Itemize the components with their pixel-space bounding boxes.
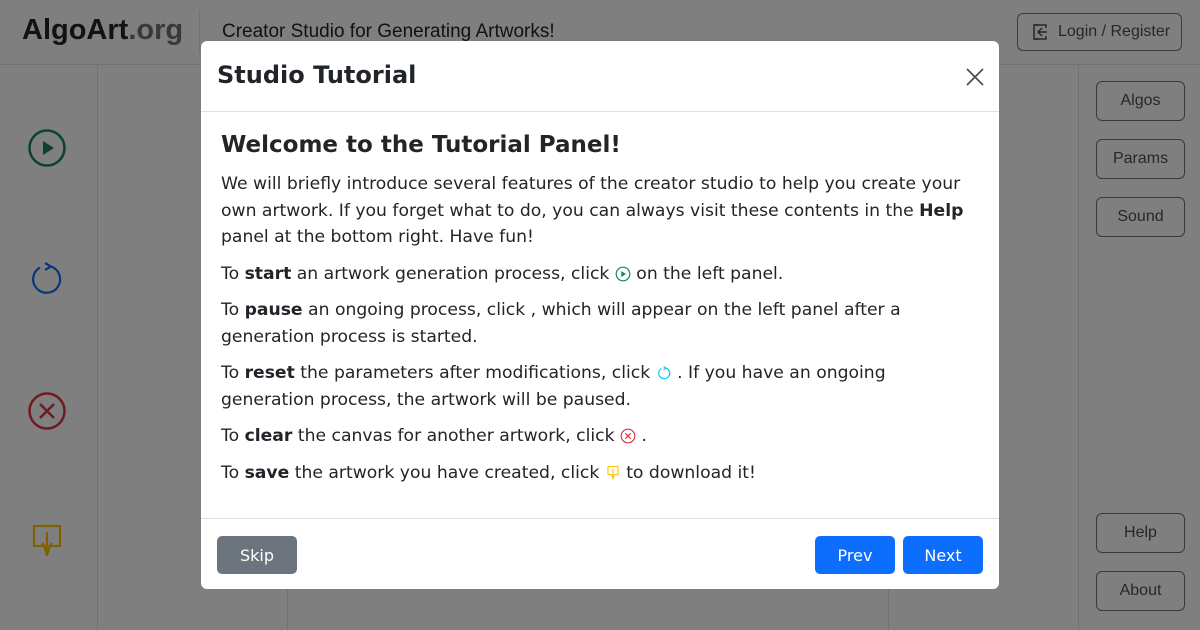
close-button[interactable]: [961, 63, 989, 91]
start-paragraph: To start an artwork generation process, …: [221, 261, 981, 288]
start-emphasis: start: [244, 263, 292, 284]
clear-text: the canvas for another artwork, click: [292, 426, 621, 446]
skip-button[interactable]: Skip: [217, 536, 297, 574]
modal-footer: Skip Prev Next: [201, 518, 999, 589]
modal-title: Studio Tutorial: [217, 61, 417, 89]
pause-prefix: To: [221, 300, 245, 320]
save-prefix: To: [221, 462, 245, 483]
clear-suffix: .: [636, 426, 647, 446]
reset-emphasis: reset: [244, 363, 295, 383]
start-suffix: on the left panel.: [630, 263, 784, 284]
reset-icon: [657, 365, 670, 380]
pause-emphasis: pause: [244, 300, 303, 320]
clear-paragraph: To clear the canvas for another artwork,…: [221, 423, 981, 450]
close-icon: [966, 68, 984, 86]
tutorial-modal: Studio Tutorial Welcome to the Tutorial …: [201, 41, 999, 589]
save-suffix: to download it!: [620, 462, 756, 483]
pause-paragraph: To pause an ongoing process, click , whi…: [221, 297, 981, 350]
save-paragraph: To save the artwork you have created, cl…: [221, 460, 981, 487]
reset-text: the parameters after modifications, clic…: [294, 363, 656, 383]
tutorial-heading: Welcome to the Tutorial Panel!: [221, 132, 621, 158]
save-text: the artwork you have created, click: [289, 462, 605, 483]
intro-text-end: panel at the bottom right. Have fun!: [221, 227, 534, 247]
modal-body: Welcome to the Tutorial Panel! We will b…: [221, 132, 981, 496]
pause-text: an ongoing process, click , which will a…: [221, 300, 901, 347]
start-prefix: To: [221, 263, 245, 284]
modal-header: Studio Tutorial: [201, 41, 999, 112]
intro-text: We will briefly introduce several featur…: [221, 174, 961, 221]
reset-paragraph: To reset the parameters after modificati…: [221, 360, 981, 413]
intro-paragraph: We will briefly introduce several featur…: [221, 171, 981, 251]
clear-prefix: To: [221, 426, 245, 446]
next-button[interactable]: Next: [903, 536, 983, 574]
save-icon: [607, 465, 619, 480]
clear-icon: [620, 428, 636, 444]
reset-prefix: To: [221, 363, 245, 383]
start-text: an artwork generation process, click: [291, 263, 615, 284]
save-emphasis: save: [244, 462, 290, 483]
help-emphasis: Help: [919, 200, 964, 221]
clear-emphasis: clear: [244, 426, 293, 446]
play-icon: [615, 266, 631, 281]
prev-button[interactable]: Prev: [815, 536, 895, 574]
